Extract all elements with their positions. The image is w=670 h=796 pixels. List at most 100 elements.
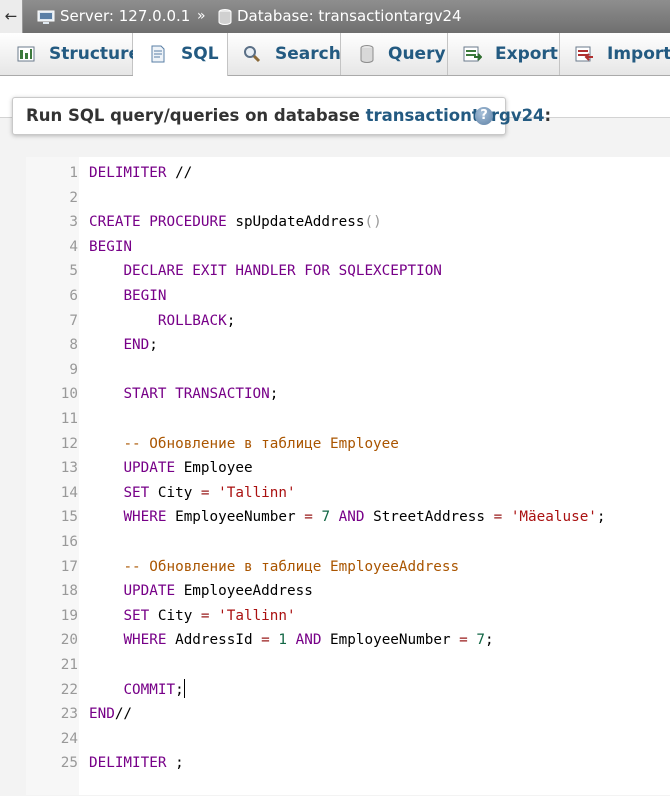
line-number: 21	[60, 657, 78, 673]
code-line[interactable]: 10 START TRANSACTION;	[26, 382, 670, 407]
code-line[interactable]: 2	[26, 186, 670, 211]
code-token: UPDATE	[123, 460, 176, 477]
line-number: 12	[60, 435, 78, 452]
tab-export[interactable]: Export	[448, 33, 560, 75]
import-icon	[575, 46, 593, 62]
code-token: ;	[175, 681, 184, 698]
code-line[interactable]: 12 -- Обновление в таблице Employee	[26, 432, 670, 457]
code-token: //	[166, 165, 193, 181]
code-token: //	[114, 706, 133, 723]
code-token: ;	[596, 509, 606, 526]
code-token: 1	[278, 632, 287, 649]
code-token: ()	[364, 214, 382, 231]
line-number: 8	[69, 337, 78, 354]
code-line[interactable]: 14 SET City = 'Tallinn'	[26, 481, 670, 506]
code-line[interactable]: 8 END;	[26, 333, 670, 358]
sql-icon	[151, 45, 165, 63]
sql-editor[interactable]: 1 DELIMITER //2 3 CREATE PROCEDURE spUpdate…	[26, 157, 670, 795]
line-number: 11	[60, 411, 78, 427]
code-token: EmployeeAddress	[175, 583, 313, 600]
code-line[interactable]: 11	[26, 407, 670, 432]
code-token: ;	[269, 386, 279, 403]
line-number: 7	[69, 312, 78, 329]
line-number: 2	[69, 189, 78, 206]
breadcrumb-server[interactable]: Server: 127.0.0.1	[37, 0, 190, 33]
code-token: WHERE	[123, 632, 167, 649]
code-text: DELIMITER //	[89, 161, 192, 186]
line-number: 9	[69, 361, 78, 378]
tab-structure-label: Structure	[49, 44, 141, 64]
code-token: EmployeeNumber	[166, 509, 305, 526]
code-token: ;	[149, 337, 158, 354]
query-icon	[360, 45, 374, 63]
code-text: WHERE AddressId = 1 AND EmployeeNumber =…	[89, 628, 494, 653]
code-line[interactable]: 23 END//	[26, 702, 670, 727]
code-token: spUpdateAddress	[226, 214, 365, 231]
tab-search[interactable]: Search	[228, 33, 341, 75]
code-text: -- Обновление в таблице EmployeeAddress	[89, 555, 459, 580]
code-line[interactable]: 9	[26, 358, 670, 383]
line-number: 13	[60, 460, 78, 477]
code-text: WHERE EmployeeNumber = 7 AND StreetAddre…	[89, 505, 606, 530]
code-token: ;	[226, 312, 236, 329]
code-line[interactable]: 21	[26, 653, 670, 678]
code-line[interactable]: 13 UPDATE Employee	[26, 456, 670, 481]
breadcrumb-database[interactable]: Database: transactiontargv24	[218, 0, 462, 33]
code-line[interactable]: 17 -- Обновление в таблице EmployeeAddre…	[26, 555, 670, 580]
code-token: -- Обновление в таблице Employee	[123, 435, 399, 452]
code-token: =	[200, 607, 210, 624]
text-cursor	[183, 678, 185, 698]
code-token: ;	[485, 632, 494, 649]
code-line[interactable]: 18 UPDATE EmployeeAddress	[26, 579, 670, 604]
tab-import-label: Import	[607, 44, 670, 64]
line-number: 23	[60, 706, 78, 723]
code-line[interactable]: 4 BEGIN	[26, 235, 670, 260]
tab-sql[interactable]: SQL	[133, 33, 228, 76]
code-line[interactable]: 1 DELIMITER //	[26, 161, 670, 186]
code-line[interactable]: 5 DECLARE EXIT HANDLER FOR SQLEXCEPTION	[26, 259, 670, 284]
code-line[interactable]: 22 COMMIT;	[26, 678, 670, 703]
code-text: BEGIN	[89, 235, 132, 260]
code-line[interactable]: 24	[26, 727, 670, 752]
code-text: UPDATE EmployeeAddress	[89, 579, 313, 604]
code-text: DELIMITER ;	[89, 751, 184, 776]
server-icon	[37, 10, 55, 24]
code-token: BEGIN	[89, 238, 133, 255]
code-token: -- Обновление в таблице EmployeeAddress	[123, 558, 460, 575]
tab-bar: Structure SQL Search Query Export Import	[0, 33, 670, 76]
tab-query[interactable]: Query	[341, 33, 448, 75]
code-token: AddressId	[166, 632, 262, 649]
query-header: Run SQL query/queries on database transa…	[12, 97, 551, 135]
code-line[interactable]: 19 SET City = 'Tallinn'	[26, 604, 670, 629]
code-token: City	[149, 484, 201, 501]
line-number: 5	[69, 263, 78, 280]
code-line[interactable]: 6 BEGIN	[26, 284, 670, 309]
code-token: SET	[123, 484, 150, 501]
code-text: END;	[89, 333, 158, 358]
line-number: 17	[60, 558, 78, 575]
help-icon[interactable]: ?	[475, 107, 493, 125]
code-line[interactable]: 7 ROLLBACK;	[26, 309, 670, 334]
code-line[interactable]: 20 WHERE AddressId = 1 AND EmployeeNumbe…	[26, 628, 670, 653]
line-number: 4	[69, 238, 78, 255]
back-arrow-icon[interactable]: ←	[0, 0, 23, 33]
code-token: COMMIT	[123, 681, 176, 698]
line-number: 18	[60, 583, 78, 600]
code-line[interactable]: 3 CREATE PROCEDURE spUpdateAddress()	[26, 210, 670, 235]
tab-import[interactable]: Import	[560, 33, 670, 75]
query-header-prefix: Run SQL query/queries on database	[26, 106, 366, 125]
code-line[interactable]: 15 WHERE EmployeeNumber = 7 AND StreetAd…	[26, 505, 670, 530]
code-text: END//	[89, 702, 132, 727]
tab-structure[interactable]: Structure	[0, 33, 140, 75]
code-line[interactable]: 16	[26, 530, 670, 555]
code-line[interactable]: 25 DELIMITER ;	[26, 751, 670, 776]
